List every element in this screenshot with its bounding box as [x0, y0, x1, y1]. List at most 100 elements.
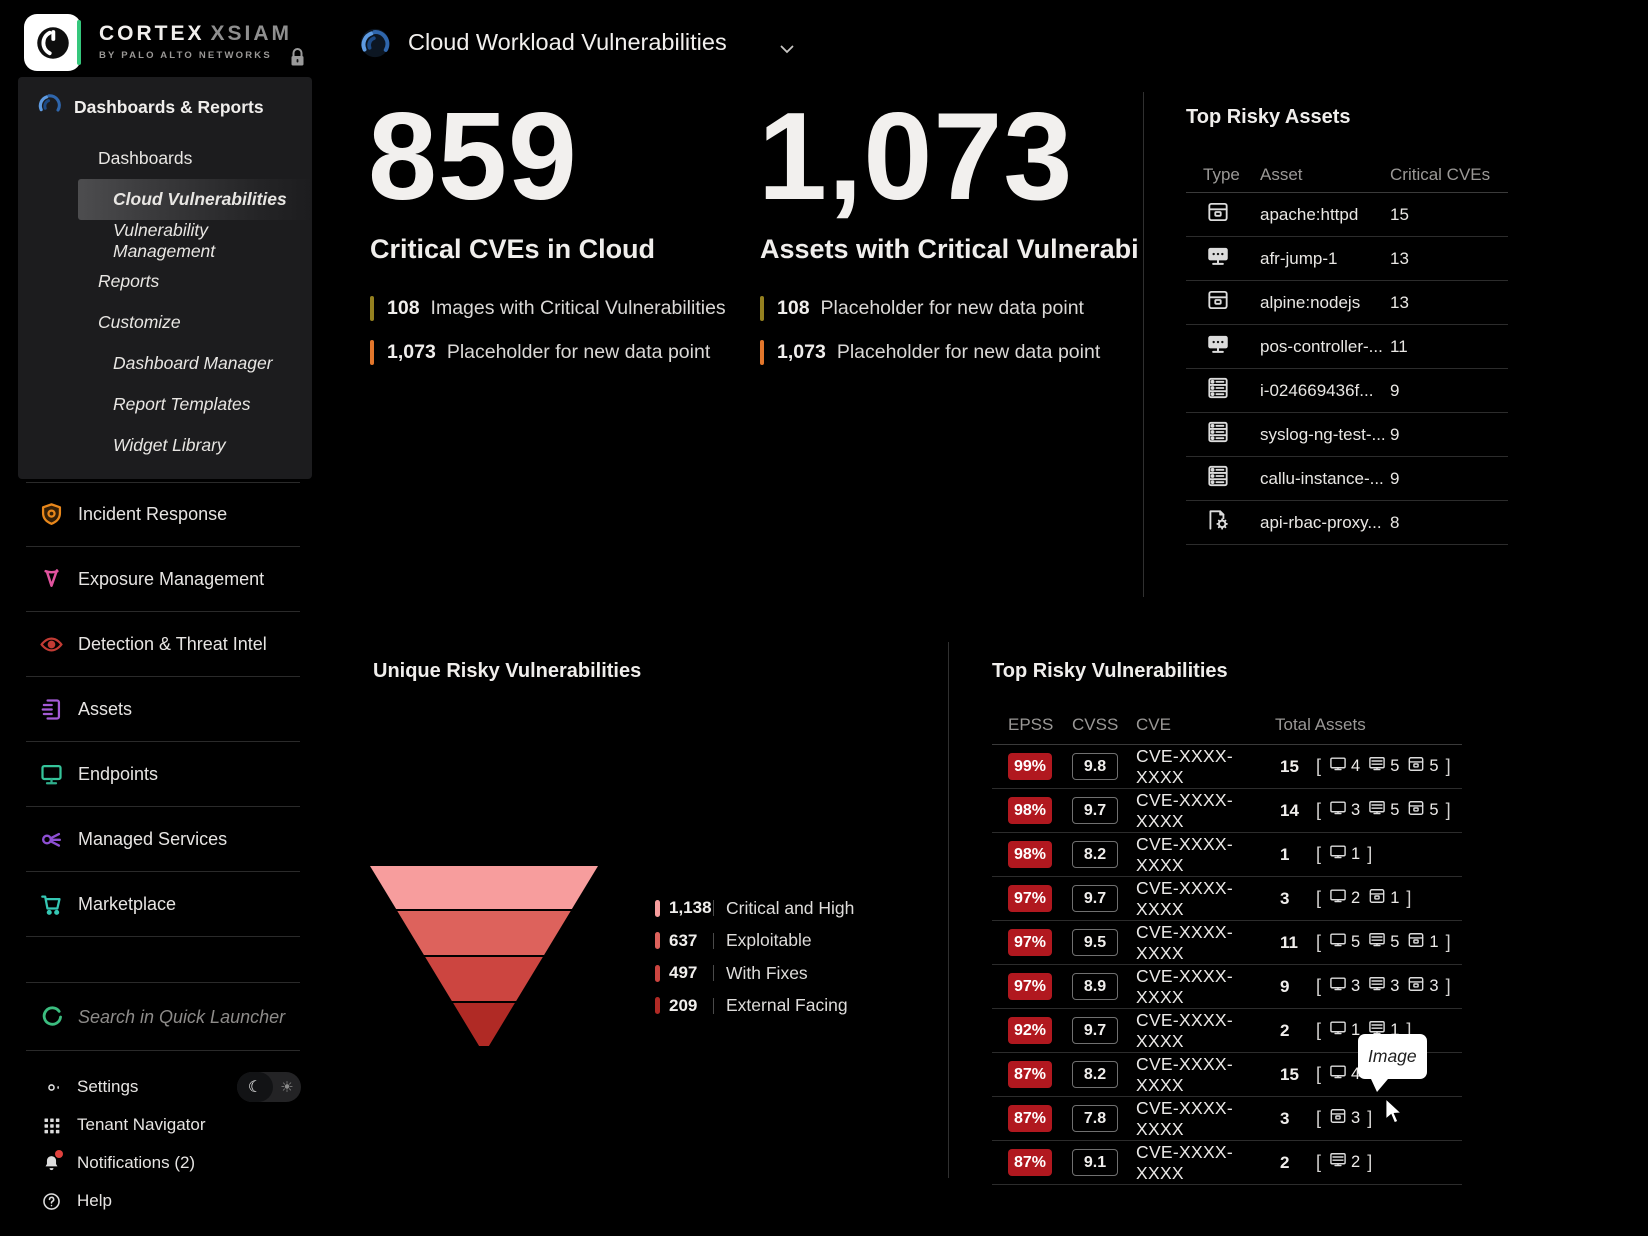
top-risky-assets-table: Type Asset Critical CVEs apache:httpd15a… [1186, 158, 1508, 545]
stat-critical-cves-label: Critical CVEs in Cloud [370, 234, 655, 265]
cve-id[interactable]: CVE-XXXX-XXXX [1134, 878, 1266, 920]
asset-row[interactable]: apache:httpd15 [1186, 193, 1508, 237]
asset-count: 3 [1367, 974, 1399, 999]
vulnerability-row[interactable]: 97%8.9CVE-XXXX-XXXX9[333] [992, 965, 1462, 1009]
lock-icon[interactable] [288, 46, 307, 73]
cvss-score: 9.1 [1072, 1149, 1118, 1176]
asset-name[interactable]: afr-jump-1 [1260, 249, 1390, 269]
eye-icon [38, 631, 65, 658]
sidebar-item-report-templates[interactable]: Report Templates [18, 384, 312, 425]
sidebar-item-widget-library[interactable]: Widget Library [18, 425, 312, 466]
moon-icon[interactable]: ☾ [237, 1072, 273, 1102]
cve-id[interactable]: CVE-XXXX-XXXX [1134, 1142, 1266, 1184]
sidebar-item-dashboards[interactable]: Dashboards [18, 138, 312, 179]
sun-icon[interactable]: ☀ [273, 1078, 301, 1096]
table-header: Type Asset Critical CVEs [1186, 158, 1508, 193]
epss-badge: 87% [1008, 1105, 1052, 1132]
asset-name[interactable]: syslog-ng-test-... [1260, 425, 1390, 445]
asset-count: 2 [1328, 886, 1360, 911]
grid-icon [40, 1114, 62, 1136]
funnel-segment[interactable] [370, 866, 598, 909]
sidebar-item-marketplace[interactable]: Marketplace [0, 872, 326, 937]
vm-icon [1205, 375, 1231, 406]
sidebar-item-tenant-navigator[interactable]: Tenant Navigator [0, 1106, 326, 1144]
asset-name[interactable]: alpine:nodejs [1260, 293, 1390, 313]
sidebar-item-dashboard-manager[interactable]: Dashboard Manager [18, 343, 312, 384]
cve-id[interactable]: CVE-XXXX-XXXX [1134, 966, 1266, 1008]
funnel-segment[interactable] [370, 911, 598, 955]
cve-id[interactable]: CVE-XXXX-XXXX [1134, 834, 1266, 876]
monitor-icon [1328, 974, 1348, 999]
cve-id[interactable]: CVE-XXXX-XXXX [1134, 790, 1266, 832]
funnel-segment[interactable] [370, 957, 598, 1001]
table-header: EPSS CVSS CVE Total Assets [992, 706, 1462, 745]
legend-row: 209External Facing [655, 990, 854, 1023]
sidebar-item-notifications-2-[interactable]: Notifications (2) [0, 1144, 326, 1182]
sidebar-item-assets[interactable]: Assets [0, 677, 326, 742]
asset-count: 5 [1406, 754, 1438, 779]
asset-name[interactable]: i-024669436f... [1260, 381, 1390, 401]
container-icon [1406, 754, 1426, 779]
vulnerability-row[interactable]: 98%8.2CVE-XXXX-XXXX1[1] [992, 833, 1462, 877]
epss-badge: 97% [1008, 885, 1052, 912]
cve-id[interactable]: CVE-XXXX-XXXX [1134, 1010, 1266, 1052]
sidebar-item-exposure-management[interactable]: Exposure Management [0, 547, 326, 612]
chevron-down-icon[interactable] [780, 41, 794, 59]
vulnerability-row[interactable]: 99%9.8CVE-XXXX-XXXX15[455] [992, 745, 1462, 789]
sidebar-item-cloud-vulnerabilities[interactable]: Cloud Vulnerabilities [78, 179, 312, 220]
epss-badge: 87% [1008, 1149, 1052, 1176]
sidebar-item-vulnerability-management[interactable]: Vulnerability Management [18, 220, 312, 261]
asset-name[interactable]: apache:httpd [1260, 205, 1390, 225]
sub-stat: 108Placeholder for new data point [760, 296, 1084, 321]
asset-count: 5 [1328, 930, 1360, 955]
asset-row[interactable]: alpine:nodejs13 [1186, 281, 1508, 325]
critical-cve-count: 8 [1390, 513, 1508, 533]
sidebar-item-endpoints[interactable]: Endpoints [0, 742, 326, 807]
stat-bar [370, 296, 374, 321]
asset-row[interactable]: syslog-ng-test-...9 [1186, 413, 1508, 457]
quick-launcher-search[interactable]: Search in Quick Launcher [0, 983, 326, 1051]
cve-id[interactable]: CVE-XXXX-XXXX [1134, 746, 1266, 788]
cvss-score: 9.7 [1072, 1017, 1118, 1044]
notification-dot [55, 1150, 63, 1158]
vulnerability-row[interactable]: 97%9.7CVE-XXXX-XXXX3[21] [992, 877, 1462, 921]
asset-row[interactable]: api-rbac-proxy...8 [1186, 501, 1508, 545]
stat-critical-cves-value: 859 [368, 95, 578, 219]
legend-separator [713, 900, 714, 916]
sub-stat: 1,073Placeholder for new data point [370, 340, 710, 365]
asset-count: 1 [1406, 930, 1438, 955]
legend-separator [713, 933, 714, 949]
asset-name[interactable]: callu-instance-... [1260, 469, 1390, 489]
sidebar-item-settings[interactable]: Settings☾☀ [0, 1068, 326, 1106]
total-assets-count: 2 [1266, 1021, 1312, 1041]
top-risky-vulns-title: Top Risky Vulnerabilities [992, 660, 1228, 683]
sidebar-item-detection-threat-intel[interactable]: Detection & Threat Intel [0, 612, 326, 677]
vulnerability-row[interactable]: 98%9.7CVE-XXXX-XXXX14[355] [992, 789, 1462, 833]
asset-row[interactable]: afr-jump-113 [1186, 237, 1508, 281]
asset-count: 3 [1328, 974, 1360, 999]
asset-row[interactable]: pos-controller-...11 [1186, 325, 1508, 369]
sidebar-item-customize[interactable]: Customize [18, 302, 312, 343]
theme-toggle[interactable]: ☾☀ [237, 1072, 301, 1102]
container-icon [1205, 287, 1231, 318]
gear-icon [40, 1076, 62, 1098]
funnel-segment[interactable] [370, 1003, 598, 1046]
cve-id[interactable]: CVE-XXXX-XXXX [1134, 1098, 1266, 1140]
asset-name[interactable]: api-rbac-proxy... [1260, 513, 1390, 533]
sidebar-item-managed-services[interactable]: Managed Services [0, 807, 326, 872]
vulnerability-row[interactable]: 97%9.5CVE-XXXX-XXXX11[551] [992, 921, 1462, 965]
asset-name[interactable]: pos-controller-... [1260, 337, 1390, 357]
cve-id[interactable]: CVE-XXXX-XXXX [1134, 922, 1266, 964]
sidebar-item-reports[interactable]: Reports [18, 261, 312, 302]
server-icon [1328, 1150, 1348, 1175]
vulnerability-row[interactable]: 87%9.1CVE-XXXX-XXXX2[2] [992, 1141, 1462, 1185]
asset-row[interactable]: callu-instance-...9 [1186, 457, 1508, 501]
sidebar-item-incident-response[interactable]: Incident Response [0, 482, 326, 547]
critical-cve-count: 9 [1390, 381, 1508, 401]
cve-id[interactable]: CVE-XXXX-XXXX [1134, 1054, 1266, 1096]
image-tooltip: Image [1358, 1034, 1427, 1079]
sidebar-item-help[interactable]: Help [0, 1182, 326, 1220]
panel-title[interactable]: Dashboards & Reports [74, 97, 264, 118]
asset-count: 1 [1328, 842, 1360, 867]
asset-row[interactable]: i-024669436f...9 [1186, 369, 1508, 413]
